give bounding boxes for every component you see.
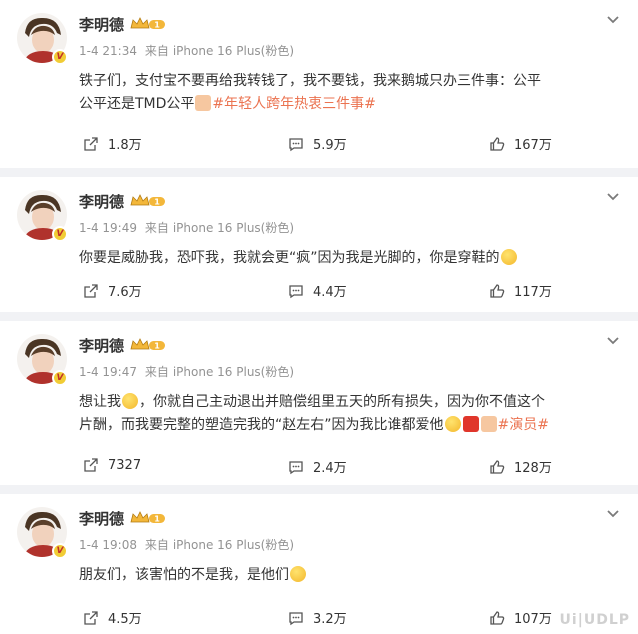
- comment-count: 4.4万: [313, 285, 347, 300]
- comment-count: 5.9万: [313, 138, 347, 153]
- user-name[interactable]: 李明德: [79, 14, 124, 35]
- post-time[interactable]: 1-4 19:08: [79, 538, 137, 552]
- vip-crown-icon: 1: [130, 511, 166, 524]
- post-text-content: 想让我: [79, 394, 121, 410]
- comment-button[interactable]: 2.4万: [288, 457, 347, 476]
- user-name[interactable]: 李明德: [79, 191, 124, 212]
- comment-button[interactable]: 4.4万: [288, 281, 347, 300]
- like-button[interactable]: 107万: [489, 608, 552, 627]
- share-button[interactable]: 4.5万: [83, 608, 142, 627]
- source-prefix: 来自: [144, 538, 169, 552]
- verified-badge-icon: V: [52, 543, 68, 559]
- hashtag-link[interactable]: #演员#: [498, 417, 549, 433]
- post-card: V 李明德 1 1-4 19:49 来自 iPhone 16 Plus(粉色) 你…: [0, 177, 638, 312]
- hashtag-link[interactable]: #年轻人跨年热衷三件事#: [212, 96, 375, 112]
- verified-badge-icon: V: [52, 370, 68, 386]
- chevron-down-icon[interactable]: [606, 334, 620, 348]
- post-card: V 李明德 1 1-4 19:47 来自 iPhone 16 Plus(粉色) 想…: [0, 321, 638, 485]
- verified-badge-icon: V: [52, 49, 68, 65]
- post-text-content: 朋友们，该害怕的不是我，是他们: [79, 567, 289, 583]
- post-text: 你要是威胁我，恐吓我，我就会更“疯”因为我是光脚的，你是穿鞋的: [79, 247, 559, 270]
- post-source: iPhone 16 Plus(粉色): [172, 538, 295, 552]
- post-text: 铁子们，支付宝不要再给我转钱了，我不要钱，我来鹅城只办三件事：公平 公平还是TM…: [79, 70, 549, 116]
- user-name[interactable]: 李明德: [79, 335, 124, 356]
- like-count: 128万: [514, 461, 552, 476]
- share-button[interactable]: 1.8万: [83, 134, 142, 153]
- like-button[interactable]: 117万: [489, 281, 552, 300]
- svg-text:1: 1: [154, 198, 160, 207]
- like-count: 107万: [514, 612, 552, 627]
- like-button[interactable]: 128万: [489, 457, 552, 476]
- source-prefix: 来自: [144, 365, 169, 379]
- post-source: iPhone 16 Plus(粉色): [172, 44, 295, 58]
- comment-icon: [289, 611, 303, 625]
- source-prefix: 来自: [144, 221, 169, 235]
- comment-icon: [289, 460, 303, 474]
- user-name[interactable]: 李明德: [79, 508, 124, 529]
- chevron-down-icon[interactable]: [606, 507, 620, 521]
- chevron-down-icon[interactable]: [606, 13, 620, 27]
- post-source: iPhone 16 Plus(粉色): [172, 221, 295, 235]
- share-icon: [84, 283, 98, 298]
- post-time[interactable]: 1-4 19:49: [79, 221, 137, 235]
- post-meta: 1-4 19:49 来自 iPhone 16 Plus(粉色): [79, 219, 298, 236]
- share-button[interactable]: 7.6万: [83, 281, 142, 300]
- like-count: 167万: [514, 138, 552, 153]
- cake-emoji-icon: [195, 95, 212, 111]
- svg-text:1: 1: [154, 342, 160, 351]
- comment-count: 2.4万: [313, 461, 347, 476]
- share-count: 7327: [108, 457, 142, 473]
- svg-text:1: 1: [154, 21, 160, 30]
- grimace-emoji-icon: [122, 393, 138, 409]
- vip-crown-icon: 1: [130, 338, 166, 351]
- verified-badge-icon: V: [52, 226, 68, 242]
- source-prefix: 来自: [144, 44, 169, 58]
- share-count: 4.5万: [108, 612, 142, 627]
- post-source: iPhone 16 Plus(粉色): [172, 365, 295, 379]
- chevron-down-icon[interactable]: [606, 190, 620, 204]
- share-icon: [84, 136, 98, 151]
- like-count: 117万: [514, 285, 552, 300]
- vip-crown-icon: 1: [130, 194, 166, 207]
- post-meta: 1-4 19:47 来自 iPhone 16 Plus(粉色): [79, 363, 298, 380]
- svg-text:1: 1: [154, 515, 160, 524]
- share-button[interactable]: 7327: [83, 457, 141, 473]
- red-envelope-emoji-icon: [462, 416, 479, 432]
- comment-count: 3.2万: [313, 612, 347, 627]
- post-time[interactable]: 1-4 21:34: [79, 44, 137, 58]
- cake-emoji-icon: [480, 416, 497, 432]
- share-icon: [84, 610, 98, 625]
- share-count: 1.8万: [108, 138, 142, 153]
- post-actions: 4.5万 3.2万 107万: [0, 608, 638, 628]
- comment-icon: [289, 137, 303, 151]
- post-text: 朋友们，该害怕的不是我，是他们: [79, 564, 549, 587]
- vip-crown-icon: 1: [130, 17, 166, 30]
- post-card: V 李明德 1 1-4 21:34 来自 iPhone 16 Plus(粉色) 铁…: [0, 0, 638, 168]
- watermark: Ui|UDLP: [559, 612, 630, 628]
- share-icon: [84, 458, 98, 472]
- post-text: 想让我 ，你就自己主动退出并赔偿组里五天的所有损失，因为你不值这个片酬，而我要完整…: [79, 391, 549, 437]
- post-meta: 1-4 19:08 来自 iPhone 16 Plus(粉色): [79, 536, 298, 553]
- smile-emoji-icon: [290, 566, 306, 582]
- like-button[interactable]: 167万: [489, 134, 552, 153]
- comment-icon: [289, 284, 303, 298]
- comment-button[interactable]: 3.2万: [288, 608, 347, 627]
- weibo-feed: V 李明德 1 1-4 21:34 来自 iPhone 16 Plus(粉色) 铁…: [0, 0, 638, 634]
- grin-emoji-icon: [500, 249, 517, 265]
- post-actions: 7327 2.4万 128万: [0, 457, 638, 477]
- post-actions: 7.6万 4.4万 117万: [0, 281, 638, 301]
- love-emoji-icon: [444, 416, 461, 432]
- thumbs-up-icon: [490, 459, 505, 474]
- post-time[interactable]: 1-4 19:47: [79, 365, 137, 379]
- post-meta: 1-4 21:34 来自 iPhone 16 Plus(粉色): [79, 42, 298, 59]
- thumbs-up-icon: [490, 136, 505, 151]
- post-text-content: 你要是威胁我，恐吓我，我就会更“疯”因为我是光脚的，你是穿鞋的: [79, 250, 500, 266]
- post-actions: 1.8万 5.9万 167万: [0, 134, 638, 154]
- comment-button[interactable]: 5.9万: [288, 134, 347, 153]
- thumbs-up-icon: [490, 610, 505, 625]
- share-count: 7.6万: [108, 285, 142, 300]
- post-card: V 李明德 1 1-4 19:08 来自 iPhone 16 Plus(粉色) 朋…: [0, 494, 638, 634]
- thumbs-up-icon: [490, 283, 505, 298]
